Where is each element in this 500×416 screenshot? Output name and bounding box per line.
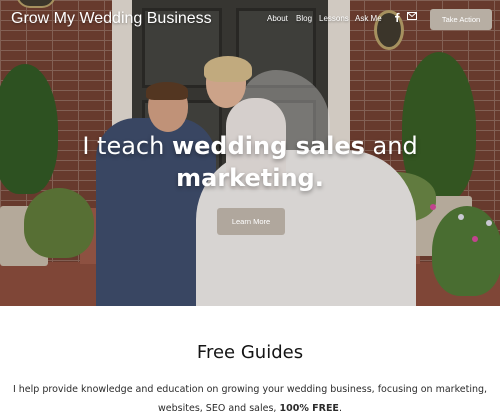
hero-headline-line1: I teach wedding sales and — [0, 130, 500, 162]
nav-link-blog[interactable]: Blog — [296, 14, 312, 26]
hero-headline-suffix: and — [364, 132, 418, 160]
free-guides-description: I help provide knowledge and education o… — [10, 380, 490, 416]
guides-desc-end: . — [338, 403, 342, 414]
hero-headline-prefix: I teach — [82, 132, 172, 160]
mail-icon[interactable] — [406, 12, 418, 24]
guides-desc-text-1: I help provide knowledge and education o… — [12, 384, 488, 395]
nav-link-ask-me[interactable]: Ask Me — [355, 14, 382, 26]
site-brand[interactable]: Grow My Wedding Business — [11, 10, 212, 32]
facebook-icon[interactable] — [391, 12, 403, 24]
nav-link-about[interactable]: About — [267, 14, 288, 26]
hero-headline-bold: wedding sales — [171, 132, 365, 160]
learn-more-button[interactable]: Learn More — [217, 208, 285, 235]
take-action-button[interactable]: Take Action — [430, 9, 492, 30]
guides-desc-bold: 100% FREE — [279, 403, 339, 414]
hero-headline-bold-2: marketing. — [176, 164, 324, 192]
free-guides-title: Free Guides — [196, 342, 304, 363]
hero-headline-line2: marketing. — [0, 162, 500, 194]
nav-link-lessons[interactable]: Lessons — [319, 14, 349, 26]
hero-section: Grow My Wedding Business About Blog Less… — [0, 0, 500, 306]
guides-desc-text-2: websites, SEO and sales, — [158, 403, 280, 414]
